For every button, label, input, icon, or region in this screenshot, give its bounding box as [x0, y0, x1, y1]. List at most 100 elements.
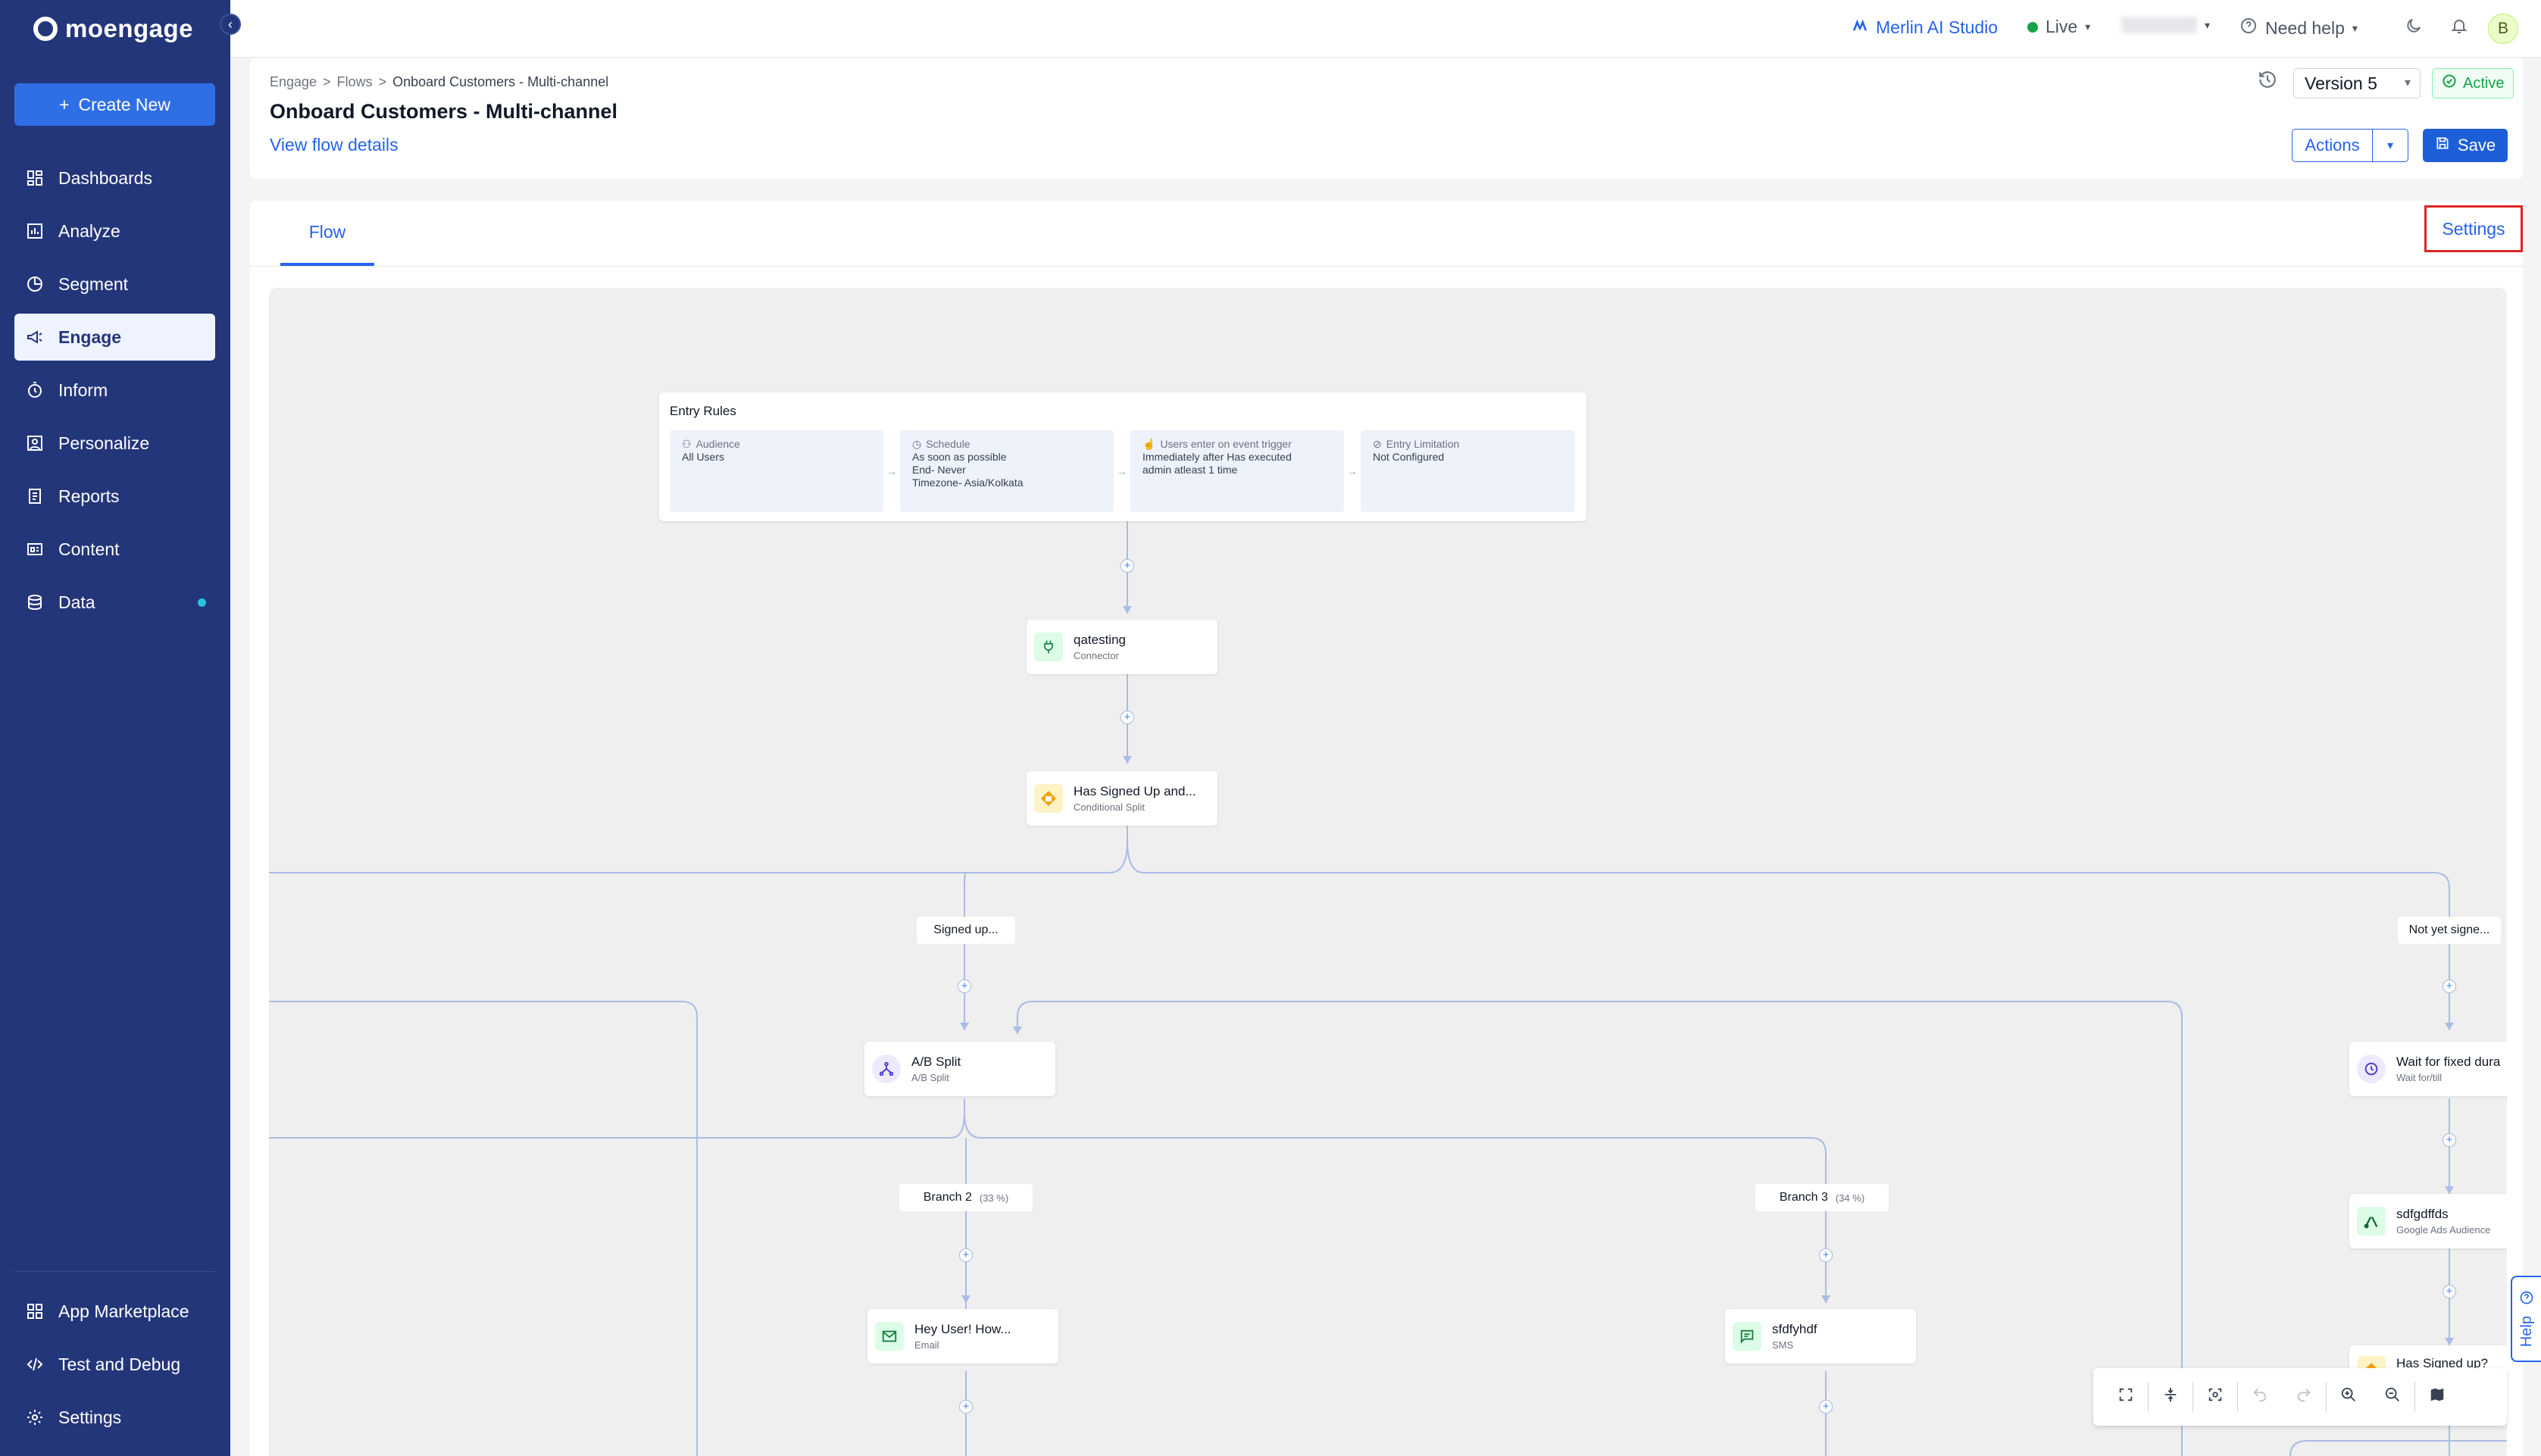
grid-icon [25, 1301, 45, 1321]
save-button[interactable]: Save [2423, 129, 2508, 162]
page-title: Onboard Customers - Multi-channel [270, 100, 618, 123]
node-wait[interactable]: Wait for fixed dura Wait for/till [2349, 1042, 2507, 1096]
chevron-down-icon: ▾ [2085, 20, 2091, 33]
user-avatar[interactable]: B [2488, 14, 2518, 44]
flow-canvas[interactable]: Entry Rules ⚇ Audience All Users → ◷ Sched… [269, 288, 2507, 1456]
add-step-button[interactable]: + [1819, 1248, 1833, 1262]
node-title: Hey User! How... [914, 1322, 1011, 1336]
sidebar-item-data[interactable]: Data [14, 579, 215, 626]
sidebar-item-personalize[interactable]: Personalize [14, 420, 215, 467]
breadcrumb-flows[interactable]: Flows [337, 74, 373, 90]
dashboard-icon [25, 168, 45, 188]
content-icon [25, 539, 45, 559]
sidebar-item-analyze[interactable]: Analyze [14, 208, 215, 255]
env-label: Live [2046, 17, 2078, 36]
sidebar-item-reports[interactable]: Reports [14, 473, 215, 520]
minimap-button[interactable] [2415, 1378, 2459, 1416]
timer-icon [2357, 1055, 2386, 1083]
breadcrumb-engage[interactable]: Engage [270, 74, 317, 90]
tab-flow-label: Flow [308, 221, 346, 242]
brand-logo[interactable]: moengage [33, 14, 193, 44]
node-email[interactable]: Hey User! How... Email [867, 1309, 1058, 1364]
chevron-down-icon[interactable]: ▾ [2373, 130, 2408, 161]
dark-mode-toggle[interactable] [2405, 17, 2423, 39]
node-sms[interactable]: sfdfyhdf SMS [1725, 1309, 1916, 1364]
chevron-down-icon: ▾ [2404, 77, 2411, 89]
environment-selector[interactable]: Live ▾ [2027, 17, 2090, 37]
branch-label-branch-2: Branch 2 (33 %) [899, 1184, 1033, 1211]
avatar-initial: B [2497, 20, 2508, 37]
actions-label[interactable]: Actions [2293, 130, 2373, 161]
add-step-button[interactable]: + [2443, 1285, 2456, 1298]
sidebar-item-content[interactable]: Content [14, 526, 215, 573]
add-step-button[interactable]: + [1120, 559, 1134, 573]
branch-label-signed-up: Signed up... [917, 917, 1015, 944]
zoom-in-icon [2340, 1386, 2357, 1408]
collapse-vertical-button[interactable] [2149, 1378, 2193, 1416]
history-icon[interactable] [2258, 70, 2277, 95]
entry-rules-card[interactable]: Entry Rules ⚇ Audience All Users → ◷ Sched… [659, 392, 1586, 521]
sidebar-item-dashboards[interactable]: Dashboards [14, 155, 215, 202]
sidebar-item-settings[interactable]: Settings [14, 1394, 215, 1441]
help-circle-icon [2519, 1290, 2534, 1310]
entry-box-line: End- Never [912, 464, 966, 476]
node-connector[interactable]: qatesting Connector [1027, 620, 1217, 674]
branch-label-text: Signed up... [933, 923, 999, 936]
limit-icon: ⊘ [1373, 438, 1382, 450]
add-step-button[interactable]: + [2443, 1133, 2456, 1147]
redo-button[interactable] [2282, 1378, 2326, 1416]
actions-button[interactable]: Actions ▾ [2292, 129, 2408, 162]
sidebar-item-inform[interactable]: Inform [14, 367, 215, 414]
tab-settings[interactable]: Settings [2424, 205, 2523, 252]
add-step-button[interactable]: + [1120, 711, 1134, 724]
view-flow-details-link[interactable]: View flow details [270, 135, 398, 155]
zoom-out-button[interactable] [2371, 1378, 2414, 1416]
save-label: Save [2457, 136, 2496, 155]
node-google-ads[interactable]: sdfgdffds Google Ads Audience [2349, 1194, 2507, 1248]
sidebar-item-test-debug[interactable]: Test and Debug [14, 1341, 215, 1388]
sidebar-item-engage[interactable]: Engage [14, 314, 215, 361]
add-step-button[interactable]: + [959, 1400, 973, 1414]
tab-flow[interactable]: Flow [280, 201, 374, 266]
collapse-sidebar-button[interactable]: ‹ [220, 14, 241, 35]
notifications-button[interactable] [2450, 17, 2468, 39]
zoom-in-button[interactable] [2327, 1378, 2371, 1416]
need-help-menu[interactable]: Need help ▾ [2239, 17, 2358, 39]
top-bar: Merlin AI Studio Live ▾ ▾ Need help ▾ B [230, 0, 2541, 58]
branch-label-branch-3: Branch 3 (34 %) [1755, 1184, 1889, 1211]
chart-icon [25, 221, 45, 241]
add-step-button[interactable]: + [2443, 980, 2456, 993]
sidebar-item-label: Data [58, 592, 95, 612]
redo-icon [2296, 1386, 2312, 1408]
sidebar-item-segment[interactable]: Segment [14, 261, 215, 308]
undo-button[interactable] [2238, 1378, 2282, 1416]
pointer-icon: ☝ [1142, 438, 1156, 450]
add-step-button[interactable]: + [959, 1248, 973, 1262]
condition-icon [1034, 784, 1063, 813]
add-step-button[interactable]: + [1819, 1400, 1833, 1414]
add-step-button[interactable]: + [958, 980, 971, 993]
workspace-selector[interactable]: ▾ [2121, 17, 2210, 33]
breadcrumb-separator: > [323, 74, 331, 89]
fit-view-button[interactable] [2193, 1378, 2237, 1416]
help-side-tab[interactable]: Help [2511, 1276, 2541, 1362]
question-icon [2239, 17, 2258, 39]
person-frame-icon [25, 433, 45, 453]
fullscreen-button[interactable] [2104, 1378, 2148, 1416]
clock-icon: ◷ [912, 438, 922, 450]
node-conditional-split[interactable]: Has Signed Up and... Conditional Split [1027, 771, 1217, 826]
node-ab-split[interactable]: A/B Split A/B Split [864, 1042, 1055, 1096]
sidebar-item-app-marketplace[interactable]: App Marketplace [14, 1288, 215, 1335]
google-ads-icon [2357, 1207, 2386, 1236]
create-new-button[interactable]: + Create New [14, 83, 215, 126]
merlin-ai-studio-link[interactable]: Merlin AI Studio [1852, 17, 1998, 38]
canvas-toolbar [2093, 1368, 2507, 1426]
notification-dot [198, 598, 206, 607]
version-select[interactable]: Version 5 ▾ [2293, 68, 2421, 98]
entry-box-line: Not Configured [1373, 451, 1445, 463]
code-icon [25, 1354, 45, 1374]
chevron-down-icon: ▾ [2352, 21, 2358, 34]
plug-icon [1034, 633, 1063, 661]
ab-split-icon [872, 1055, 901, 1083]
tab-settings-label: Settings [2442, 218, 2505, 239]
